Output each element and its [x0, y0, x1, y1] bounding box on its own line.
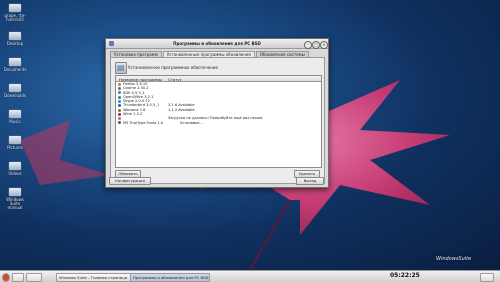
taskbar: Windows Suite - Главная страница Програм…: [0, 270, 500, 282]
list-item[interactable]: MS TrueType Fonts 1.0 Установка...: [116, 121, 321, 125]
desktop-icon-3[interactable]: Downloads: [2, 84, 28, 98]
column-status[interactable]: Статус: [168, 77, 182, 82]
folder-icon: [9, 162, 21, 170]
window-title: Программы и обновления для PC BSD: [173, 41, 261, 46]
file-manager-icon[interactable]: [26, 272, 42, 282]
show-desktop-icon[interactable]: [12, 272, 24, 282]
desktop-icon-4[interactable]: Music: [2, 110, 28, 124]
column-name[interactable]: Название программы: [119, 77, 162, 82]
folder-icon: [9, 32, 21, 40]
desktop-icon-2[interactable]: Documents: [2, 58, 28, 72]
exit-button[interactable]: Выход: [296, 177, 324, 185]
taskbar-item-software-manager[interactable]: Программы и обновления для PC BSD: [130, 272, 210, 282]
close-icon[interactable]: ×: [320, 40, 328, 49]
desktop: grape, rte-hinkraif3 Desktop Documents D…: [0, 0, 500, 270]
folder-icon: [9, 84, 21, 92]
tray-icon[interactable]: [480, 272, 494, 282]
software-list[interactable]: Название программы Статус Firefox 3.6.10…: [115, 75, 322, 168]
clock[interactable]: 05:22:25: [390, 272, 420, 279]
folder-icon: [9, 110, 21, 118]
wallpaper-watermark: WindowsSuite: [436, 256, 472, 262]
folder-icon: [9, 58, 21, 66]
software-manager-window: Программы и обновления для PC BSD – □ × …: [105, 38, 329, 188]
panel-label: Установленное программное обеспечение: [128, 65, 218, 70]
taskbar-item-browser[interactable]: Windows Suite - Главная страница: [56, 272, 132, 282]
desktop-icon-5[interactable]: Pictures: [2, 136, 28, 150]
desktop-icon-1[interactable]: Desktop: [2, 32, 28, 46]
desktop-icon-7[interactable]: Windows Suite manual: [2, 188, 28, 210]
start-menu-icon[interactable]: [2, 272, 10, 282]
desktop-icon-6[interactable]: Videos: [2, 162, 28, 176]
maximize-icon[interactable]: □: [312, 40, 320, 49]
desktop-icon-0[interactable]: grape, rte-hinkraif3: [2, 4, 28, 22]
window-titlebar[interactable]: Программы и обновления для PC BSD – □ ×: [106, 39, 328, 49]
installed-panel: Установленное программное обеспечение На…: [110, 57, 325, 184]
folder-icon: [9, 4, 21, 12]
software-icon: [115, 62, 127, 74]
minimize-icon[interactable]: –: [304, 40, 312, 49]
folder-icon: [9, 136, 21, 144]
list-rows: Firefox 3.6.10 Gnome 2.30.2 KDE 4.5.3_1: [116, 82, 321, 125]
configure-button[interactable]: Конфигурация: [109, 177, 151, 185]
app-icon: [118, 121, 121, 125]
folder-icon: [9, 188, 21, 196]
